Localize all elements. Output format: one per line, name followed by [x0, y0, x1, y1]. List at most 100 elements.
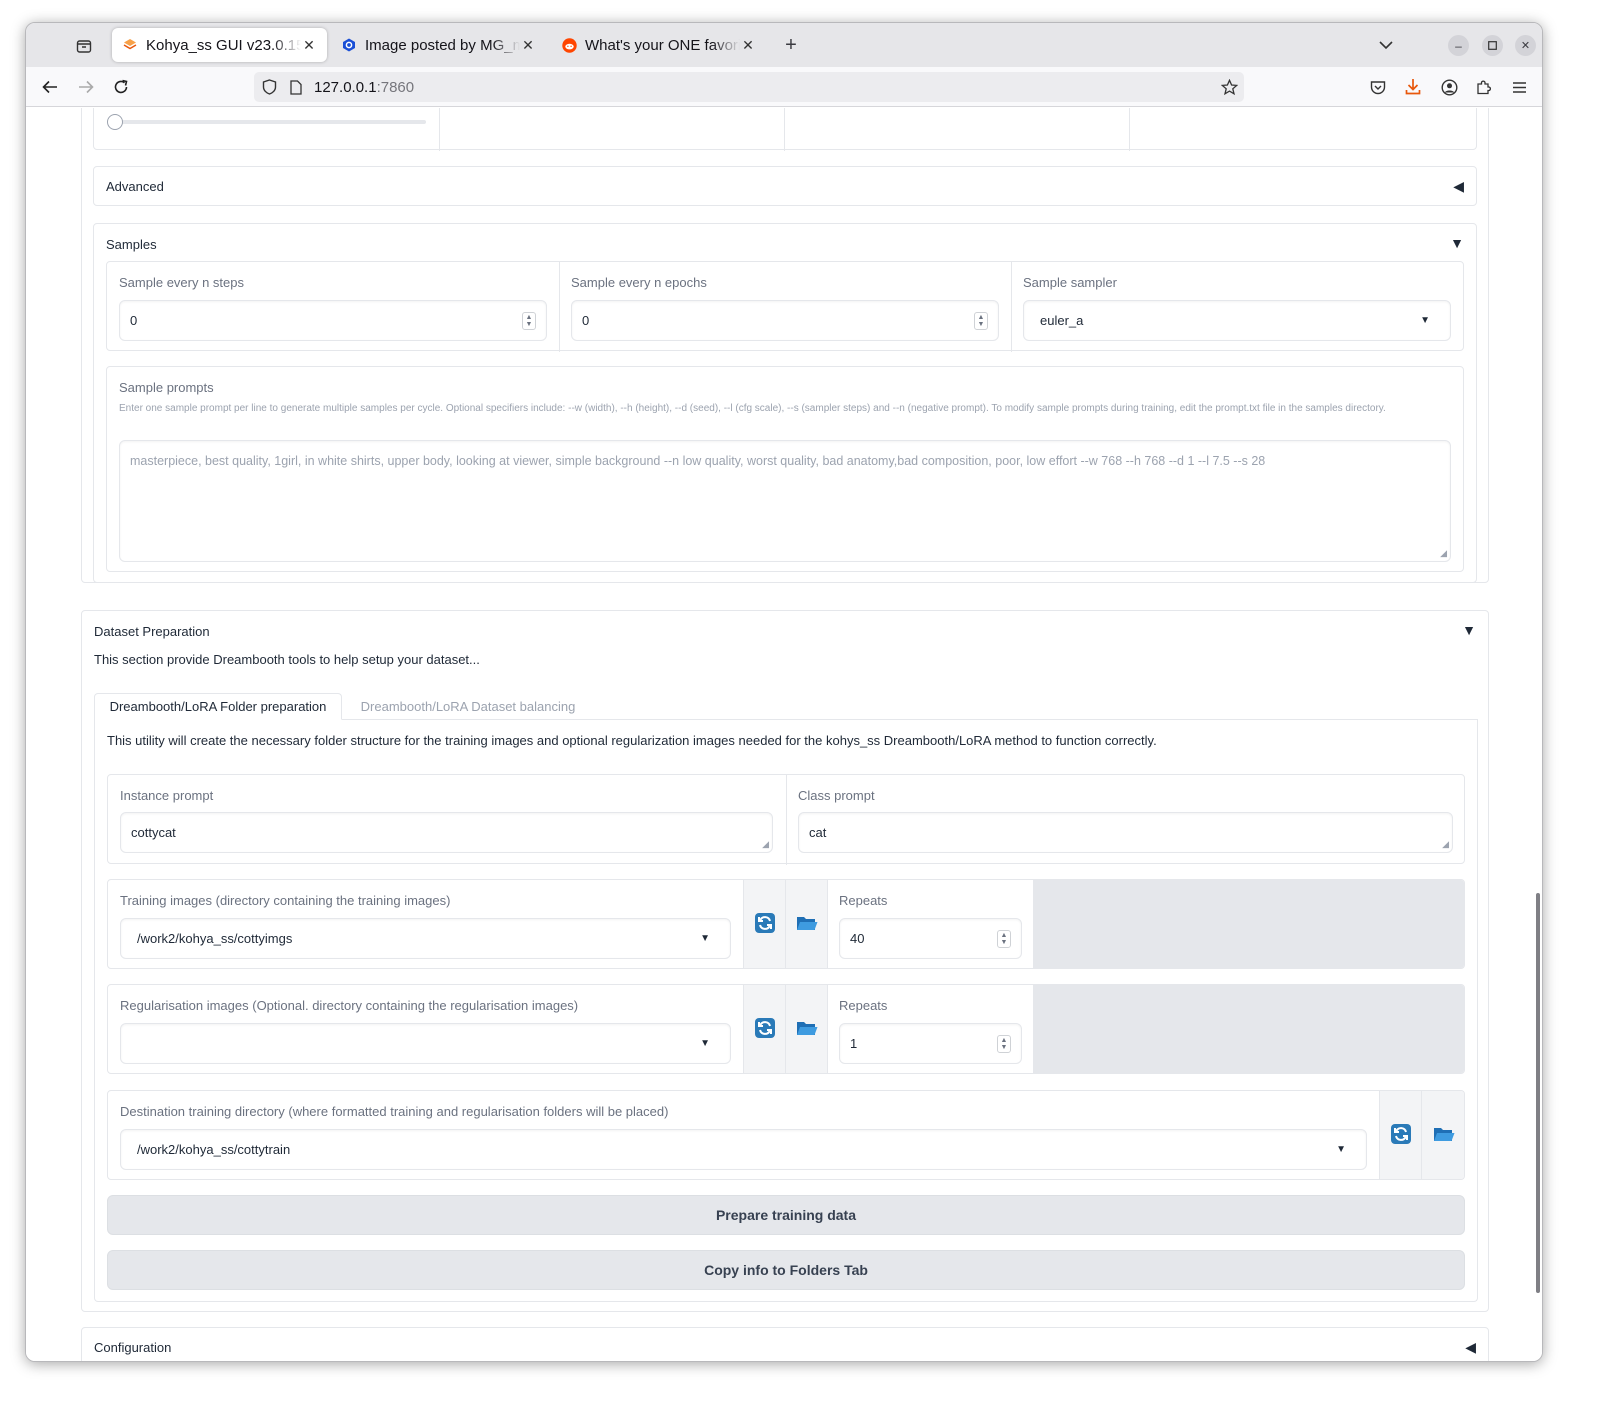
maximize-icon[interactable] — [1482, 35, 1503, 56]
tab-folder-preparation[interactable]: Dreambooth/LoRA Folder preparation — [94, 693, 342, 720]
dropdown-caret-icon[interactable]: ▼ — [700, 1038, 710, 1049]
collapse-triangle-icon[interactable]: ◀ — [1465, 1339, 1476, 1356]
url-host: 127.0.0.1 — [314, 79, 377, 96]
tab-title: Kohya_ss GUI v23.0.15 — [146, 36, 301, 54]
dataset-preparation-label: Dataset Preparation — [94, 624, 210, 639]
class-prompt-value: cat — [809, 825, 827, 840]
dropdown-caret-icon[interactable]: ▼ — [1336, 1144, 1346, 1155]
tab-label: Dreambooth/LoRA Folder preparation — [109, 699, 327, 714]
class-prompt-input[interactable]: cat ◢ — [798, 812, 1453, 853]
prepare-training-data-button[interactable]: Prepare training data — [107, 1195, 1465, 1235]
extensions-puzzle-icon[interactable] — [1474, 77, 1494, 97]
dropdown-caret-icon[interactable]: ▼ — [1420, 315, 1430, 326]
address-bar[interactable]: 127.0.0.1:7860 — [254, 72, 1244, 102]
page-content: Advanced ◀ Samples ▼ Sample every n step… — [26, 108, 1542, 1361]
reddit-favicon-icon — [561, 37, 577, 53]
forward-arrow-icon[interactable] — [76, 77, 96, 97]
folder-preparation-panel: This utility will create the necessary f… — [94, 719, 1478, 1302]
refresh-button[interactable] — [743, 880, 785, 968]
resize-grip-icon[interactable]: ◢ — [762, 839, 769, 850]
tab-title: What's your ONE favorite — [585, 36, 740, 54]
close-tab-icon[interactable]: ✕ — [740, 37, 756, 54]
shield-icon[interactable] — [260, 78, 278, 96]
slider-handle[interactable] — [107, 114, 123, 130]
scrollbar-thumb[interactable] — [1536, 893, 1540, 1293]
browse-folder-button[interactable] — [785, 985, 827, 1073]
slider-track[interactable] — [116, 120, 426, 124]
instance-prompt-value: cottycat — [131, 825, 176, 840]
sample-prompts-label: Sample prompts — [119, 380, 214, 395]
advanced-accordion[interactable]: Advanced ◀ — [93, 166, 1477, 206]
civitai-favicon-icon — [341, 37, 357, 53]
configuration-accordion[interactable]: Configuration ◀ — [81, 1327, 1489, 1361]
refresh-button[interactable] — [1379, 1091, 1421, 1179]
stepper-icon[interactable]: ▲ ▼ — [997, 930, 1011, 948]
sample-prompts-info: Enter one sample prompt per line to gene… — [119, 403, 1386, 414]
tab-title: Image posted by MG_maker — [365, 36, 520, 54]
destination-value: /work2/kohya_ss/cottytrain — [137, 1142, 291, 1157]
back-arrow-icon[interactable] — [40, 77, 60, 97]
close-window-icon[interactable]: ✕ — [1515, 35, 1536, 56]
expand-triangle-icon[interactable]: ▼ — [1462, 622, 1476, 638]
training-repeats-input[interactable]: 40 ▲ ▼ — [839, 918, 1022, 959]
regularisation-repeats-value: 1 — [850, 1036, 858, 1051]
destination-dropdown[interactable]: /work2/kohya_ss/cottytrain ▼ — [120, 1129, 1367, 1170]
resize-grip-icon[interactable]: ◢ — [1440, 548, 1447, 559]
dropdown-caret-icon[interactable]: ▼ — [700, 933, 710, 944]
class-prompt-label: Class prompt — [798, 788, 875, 803]
url-text: 127.0.0.1:7860 — [314, 79, 414, 96]
new-tab-icon[interactable]: + — [781, 34, 801, 56]
expand-triangle-icon[interactable]: ▼ — [1450, 235, 1464, 251]
training-images-dropdown[interactable]: /work2/kohya_ss/cottyimgs ▼ — [120, 918, 731, 959]
page-icon[interactable] — [287, 78, 305, 96]
refresh-button[interactable] — [743, 985, 785, 1073]
reload-icon[interactable] — [111, 77, 131, 97]
browse-folder-button[interactable] — [1421, 1091, 1464, 1179]
sample-sampler-label: Sample sampler — [1023, 275, 1117, 290]
sample-sampler-dropdown[interactable]: euler_a ▼ — [1023, 300, 1451, 341]
stepper-icon[interactable]: ▲ ▼ — [997, 1035, 1011, 1053]
regularisation-repeats-label: Repeats — [839, 998, 888, 1013]
tab-kohya[interactable]: Kohya_ss GUI v23.0.15 ✕ — [112, 28, 327, 62]
refresh-icon — [754, 912, 776, 939]
tab-dataset-balancing[interactable]: Dreambooth/LoRA Dataset balancing — [348, 693, 588, 720]
training-repeats-label: Repeats — [839, 893, 888, 908]
training-images-label: Training images (directory containing th… — [120, 893, 451, 908]
tab-reddit[interactable]: What's your ONE favorite ✕ — [551, 28, 766, 62]
close-tab-icon[interactable]: ✕ — [520, 37, 536, 54]
stepper-icon[interactable]: ▲ ▼ — [522, 312, 536, 330]
stepper-icon[interactable]: ▲ ▼ — [974, 312, 988, 330]
navigation-bar: 127.0.0.1:7860 — [26, 67, 1542, 107]
regularisation-images-dropdown[interactable]: ▼ — [120, 1023, 731, 1064]
close-tab-icon[interactable]: ✕ — [301, 37, 317, 54]
browse-folder-button[interactable] — [785, 880, 827, 968]
sample-steps-input[interactable]: 0 ▲ ▼ — [119, 300, 547, 341]
folder-icon — [796, 1019, 818, 1042]
sample-epochs-input[interactable]: 0 ▲ ▼ — [571, 300, 999, 341]
downloads-icon[interactable] — [1403, 76, 1423, 96]
kohya-favicon-icon — [122, 37, 138, 53]
menu-hamburger-icon[interactable] — [1509, 77, 1529, 97]
account-icon[interactable] — [1439, 77, 1459, 97]
collapse-triangle-icon[interactable]: ◀ — [1453, 178, 1464, 195]
minimize-icon[interactable]: – — [1448, 35, 1469, 56]
pocket-icon[interactable] — [1368, 77, 1388, 97]
sample-sampler-value: euler_a — [1040, 313, 1084, 328]
bookmark-star-icon[interactable] — [1219, 77, 1239, 97]
resize-grip-icon[interactable]: ◢ — [1442, 839, 1449, 850]
sample-prompts-textarea[interactable]: masterpiece, best quality, 1girl, in whi… — [119, 440, 1451, 562]
refresh-icon — [754, 1017, 776, 1044]
list-tabs-chevron-down-icon[interactable] — [1376, 35, 1396, 55]
regularisation-images-label: Regularisation images (Optional. directo… — [120, 998, 579, 1013]
regularisation-images-row: Regularisation images (Optional. directo… — [107, 984, 1465, 1074]
url-port: :7860 — [376, 79, 415, 96]
tab-image-posted[interactable]: Image posted by MG_maker ✕ — [331, 28, 546, 62]
sample-steps-value: 0 — [130, 313, 138, 328]
regularisation-repeats-input[interactable]: 1 ▲ ▼ — [839, 1023, 1022, 1064]
dataset-description: This section provide Dreambooth tools to… — [94, 652, 480, 667]
copy-info-to-folders-button[interactable]: Copy info to Folders Tab — [107, 1250, 1465, 1290]
tab-overview-icon[interactable] — [74, 36, 94, 56]
sample-epochs-label: Sample every n epochs — [571, 275, 707, 290]
instance-prompt-input[interactable]: cottycat ◢ — [120, 812, 773, 853]
browser-window: Kohya_ss GUI v23.0.15 ✕ Image posted by … — [25, 22, 1543, 1362]
